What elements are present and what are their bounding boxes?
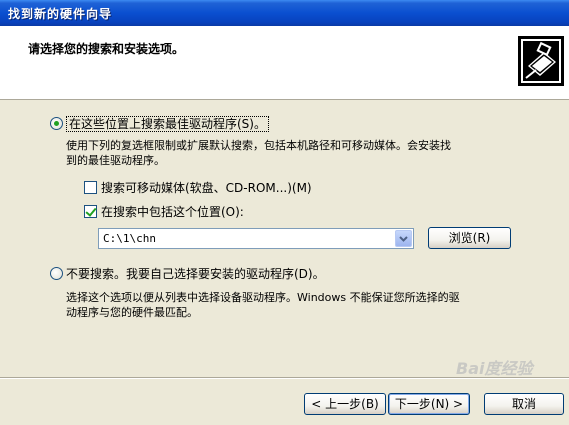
search-locations-label[interactable]: 在这些位置上搜索最佳驱动程序(S)。	[66, 115, 269, 132]
removable-media-label[interactable]: 搜索可移动媒体(软盘、CD-ROM...)(M)	[101, 179, 312, 196]
manual-select-radio[interactable]	[50, 267, 63, 280]
title-bar[interactable]: 找到新的硬件向导	[0, 0, 569, 26]
search-description-line-2: 到的最佳驱动程序。	[66, 154, 165, 167]
next-button[interactable]: 下一步(N) >	[388, 393, 470, 415]
browse-button[interactable]: 浏览(R)	[428, 227, 511, 249]
chevron-down-icon[interactable]	[395, 230, 412, 247]
removable-media-checkbox[interactable]	[84, 181, 97, 194]
search-description: 使用下列的复选框限制或扩展默认搜索，包括本机路径和可移动媒体。会安装找 到的最佳…	[66, 138, 451, 168]
manual-description-line-2: 动程序与您的硬件最匹配。	[66, 306, 198, 319]
window-title: 找到新的硬件向导	[8, 7, 113, 21]
location-path-combo[interactable]: C:\1\chn	[98, 228, 414, 249]
include-location-label[interactable]: 在搜索中包括这个位置(O):	[101, 203, 244, 220]
wizard-header: 请选择您的搜索和安装选项。	[0, 26, 569, 100]
back-button[interactable]: < 上一步(B)	[304, 393, 386, 415]
location-path-value[interactable]: C:\1\chn	[103, 232, 156, 245]
manual-select-label[interactable]: 不要搜索。我要自己选择要安装的驱动程序(D)。	[66, 265, 325, 282]
search-description-line-1: 使用下列的复选框限制或扩展默认搜索，包括本机路径和可移动媒体。会安装找	[66, 139, 451, 152]
manual-description: 选择这个选项以便从列表中选择设备驱动程序。Windows 不能保证您所选择的驱 …	[66, 290, 460, 320]
watermark: Bai度经验	[456, 359, 533, 378]
manual-description-line-1: 选择这个选项以便从列表中选择设备驱动程序。Windows 不能保证您所选择的驱	[66, 291, 460, 304]
search-locations-radio[interactable]	[50, 117, 63, 130]
page-heading: 请选择您的搜索和安装选项。	[28, 42, 185, 56]
hardware-wizard-icon	[518, 36, 564, 86]
cancel-button[interactable]: 取消	[484, 393, 564, 415]
hardware-wizard-window: 找到新的硬件向导 请选择您的搜索和安装选项。 在这些位置上搜索最佳驱动程序(S)…	[0, 0, 569, 425]
include-location-checkbox[interactable]	[84, 205, 97, 218]
